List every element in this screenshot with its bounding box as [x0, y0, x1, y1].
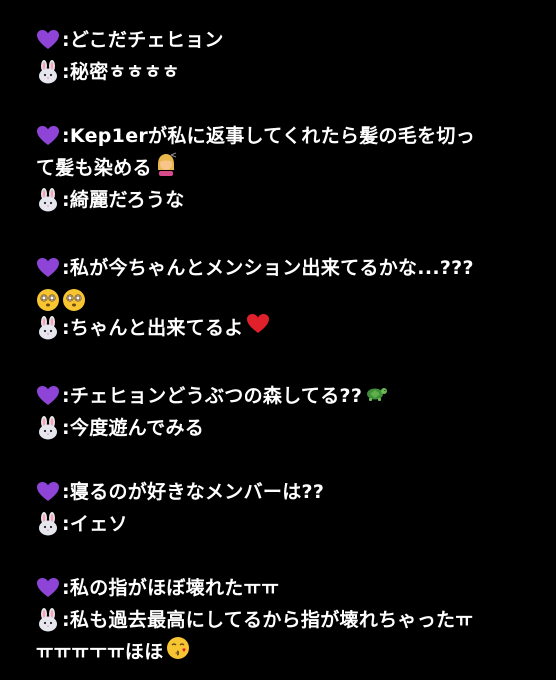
purple-heart-icon — [37, 258, 59, 277]
turtle-icon — [367, 388, 388, 401]
question-text: :どこだチェヒョン — [62, 29, 224, 51]
kissing-face-icon — [166, 637, 189, 659]
red-heart-icon — [246, 314, 269, 333]
answer-text: :綺麗だろうな — [62, 189, 185, 211]
rabbit-face-icon — [39, 316, 57, 340]
qa-block-1: :どこだチェヒョン :秘密ㅎㅎㅎㅎ — [36, 24, 536, 88]
chat-screen: :どこだチェヒョン :秘密ㅎㅎㅎㅎ :Kep1erが私に返事してくれたら髪の毛を… — [0, 0, 556, 680]
answer-text: :今度遊んでみる — [62, 417, 205, 439]
rabbit-face-icon — [39, 512, 57, 536]
question-text-continued: て髪も染める — [36, 157, 152, 179]
answer-text: :私も過去最高にしてるから指が壊れちゃったㅠ — [62, 609, 474, 631]
line-question: :チェヒョンどうぶつの森してる?? — [36, 380, 536, 412]
purple-heart-icon — [37, 578, 59, 597]
line-question: :私の指がほぼ壊れたㅠㅠ — [36, 572, 536, 604]
purple-heart-icon — [37, 30, 59, 49]
question-text: :寝るのが好きなメンバーは?? — [62, 481, 325, 503]
line-question-continued: て髪も染める — [36, 152, 536, 184]
rabbit-face-icon — [39, 60, 57, 84]
line-answer-continued: ㅠㅠㅠㅜㅠほほ — [36, 636, 536, 668]
purple-heart-icon — [37, 482, 59, 501]
answer-text: :ちゃんと出来てるよ — [62, 317, 244, 339]
line-answer: :今度遊んでみる — [36, 412, 536, 444]
qa-block-4: :チェヒョンどうぶつの森してる?? :今度遊んでみる — [36, 380, 536, 444]
rabbit-face-icon — [39, 416, 57, 440]
answer-text: :秘密ㅎㅎㅎㅎ — [62, 61, 180, 83]
answer-text: :イェソ — [62, 513, 128, 535]
qa-block-6: :私の指がほぼ壊れたㅠㅠ :私も過去最高にしてるから指が壊れちゃったㅠ ㅠㅠㅠㅜ… — [36, 572, 536, 668]
line-answer: :綺麗だろうな — [36, 184, 536, 216]
line-question-continued — [36, 284, 536, 312]
question-text: :私の指がほぼ壊れたㅠㅠ — [62, 577, 280, 599]
line-question: :どこだチェヒョン — [36, 24, 536, 56]
line-answer: :イェソ — [36, 508, 536, 540]
line-question: :私が今ちゃんとメンション出来てるかな...??? — [36, 252, 536, 284]
qa-block-2: :Kep1erが私に返事してくれたら髪の毛を切っ て髪も染める :綺麗だろうな — [36, 120, 536, 216]
line-answer: :秘密ㅎㅎㅎㅎ — [36, 56, 536, 88]
qa-block-5: :寝るのが好きなメンバーは?? :イェソ — [36, 476, 536, 540]
dizzy-face-icon — [63, 289, 85, 311]
question-text: :Kep1erが私に返事してくれたら髪の毛を切っ — [62, 125, 476, 147]
rabbit-face-icon — [39, 188, 57, 212]
qa-block-3: :私が今ちゃんとメンション出来てるかな...???:ちゃんと出来てるよ — [36, 252, 536, 344]
line-question: :Kep1erが私に返事してくれたら髪の毛を切っ — [36, 120, 536, 152]
line-question: :寝るのが好きなメンバーは?? — [36, 476, 536, 508]
line-answer: :私も過去最高にしてるから指が壊れちゃったㅠ — [36, 604, 536, 636]
line-answer: :ちゃんと出来てるよ — [36, 312, 536, 344]
dizzy-face-icon — [37, 289, 59, 311]
question-text: :チェヒョンどうぶつの森してる?? — [62, 385, 363, 407]
answer-text-continued: ㅠㅠㅠㅜㅠほほ — [36, 641, 164, 663]
purple-heart-icon — [37, 126, 59, 145]
question-text: :私が今ちゃんとメンション出来てるかな...??? — [62, 257, 474, 279]
haircut-emoji-icon — [157, 152, 177, 176]
rabbit-face-icon — [39, 608, 57, 632]
purple-heart-icon — [37, 386, 59, 405]
